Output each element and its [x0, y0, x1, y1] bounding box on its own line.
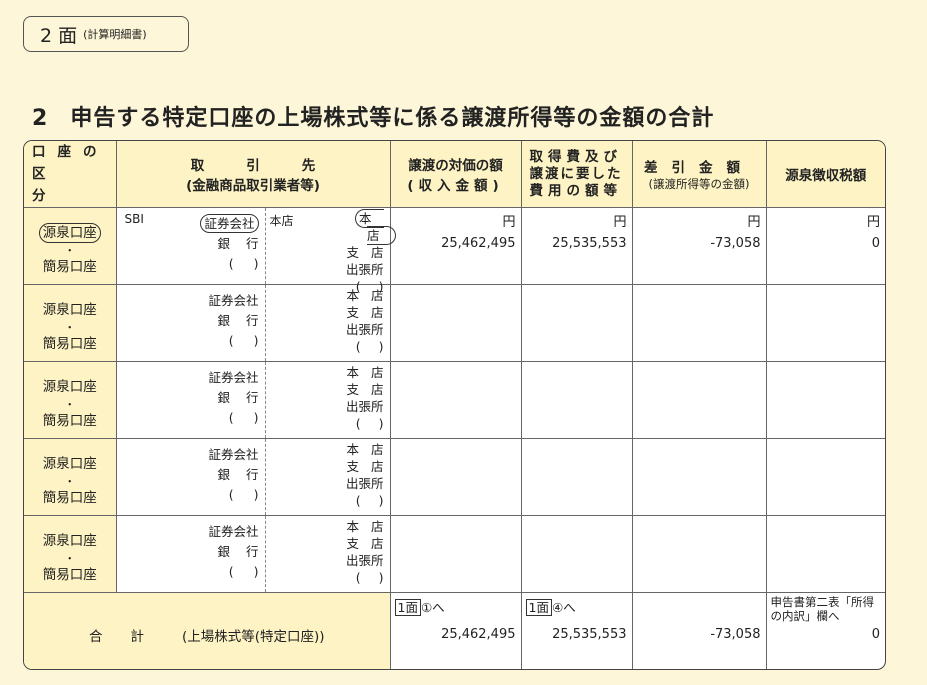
page-label-main: 2 面 — [40, 24, 78, 47]
ref-form2-note: 申告書第二表「所得の内訳」欄へ — [770, 595, 875, 623]
difference-cell[interactable]: 円 -73,058 — [631, 207, 767, 285]
section-title: 2 申告する特定口座の上場株式等に係る譲渡所得等の金額の合計 — [32, 100, 714, 132]
header-account-type: 口座の 区分 — [24, 141, 117, 208]
gensen-koza-selected[interactable]: 源泉口座 — [38, 223, 101, 243]
header-difference: 差引金額 (譲渡所得等の金額) — [631, 141, 767, 208]
total-row: 合計 (上場株式等(特定口座)) 1面 ①へ 25,462,495 1面 ④へ 25,… — [24, 592, 885, 669]
header-counterparty: 取引先 (金融商品取引業者等) — [115, 141, 391, 208]
header-cost: 取得費及び 譲渡に要した 費用の額等 — [520, 141, 633, 208]
counterparty-cell: SBI 証券会社 銀行 () 本店 本店 支店 出張所 () — [115, 207, 396, 294]
cost-value: 25,535,553 — [552, 236, 627, 251]
header-proceeds: 譲渡の対価の額 (収入金額) — [389, 141, 522, 208]
kani-koza-option[interactable]: 簡易口座 — [24, 255, 116, 275]
total-proceeds-cell[interactable]: 1面 ①へ 25,462,495 — [389, 592, 522, 669]
calculation-table: 口座の 区分 取引先 (金融商品取引業者等) 譲渡の対価の額 (収入金額) 取得… — [23, 140, 886, 670]
total-label: 合計 (上場株式等(特定口座)) — [24, 592, 391, 669]
table-row: 源泉口座 ・ 簡易口座 証券会社 銀行() 本店 支店 出張所() — [24, 438, 885, 516]
difference-value: -73,058 — [710, 236, 761, 251]
total-cost-value: 25,535,553 — [552, 627, 627, 642]
table-row: 源泉口座 ・ 簡易口座 SBI 証券会社 銀行 () 本店 本店 支店 出張所 … — [24, 207, 885, 294]
section-heading: 申告する特定口座の上場株式等に係る譲渡所得等の金額の合計 — [70, 106, 715, 131]
header-row: 口座の 区分 取引先 (金融商品取引業者等) 譲渡の対価の額 (収入金額) 取得… — [24, 141, 885, 208]
tax-cell[interactable]: 円0 — [765, 207, 885, 285]
ref-page1-item4: 1面 ④へ — [525, 597, 576, 616]
total-difference-cell[interactable]: -73,058 — [631, 592, 767, 669]
company-name[interactable]: SBI — [125, 212, 144, 226]
total-difference-value: -73,058 — [710, 627, 761, 642]
total-tax-cell[interactable]: 申告書第二表「所得の内訳」欄へ 0 — [765, 592, 885, 669]
table-row: 源泉口座 ・ 簡易口座 証券会社 銀行() 本店 支店 出張所() — [24, 361, 885, 439]
ref-page1-item1: 1面 ①へ — [394, 597, 445, 616]
tax-value: 0 — [871, 236, 880, 251]
header-withholding-tax: 源泉徴収税額 — [765, 141, 885, 208]
page-label-sub: (計算明細書) — [83, 28, 147, 41]
cost-cell[interactable]: 円 25,535,553 — [520, 207, 633, 285]
page-label: 2 面 (計算明細書) — [23, 16, 189, 52]
proceeds-value: 25,462,495 — [441, 236, 516, 251]
table-row: 源泉口座 ・ 簡易口座 証券会社 銀行() 本店 支店 出張所() — [24, 515, 885, 593]
proceeds-cell[interactable]: 円 25,462,495 — [389, 207, 522, 285]
section-number: 2 — [32, 106, 49, 131]
total-proceeds-value: 25,462,495 — [441, 627, 516, 642]
total-tax-value: 0 — [871, 627, 880, 642]
account-type-cell: 源泉口座 ・ 簡易口座 — [24, 207, 117, 285]
branch-name[interactable]: 本店 — [270, 212, 294, 229]
table-row: 源泉口座 ・ 簡易口座 証券会社 銀行() 本店 支店 出張所() — [24, 284, 885, 362]
total-cost-cell[interactable]: 1面 ④へ 25,535,553 — [520, 592, 633, 669]
shoken-selected[interactable]: 証券会社 — [200, 214, 259, 233]
